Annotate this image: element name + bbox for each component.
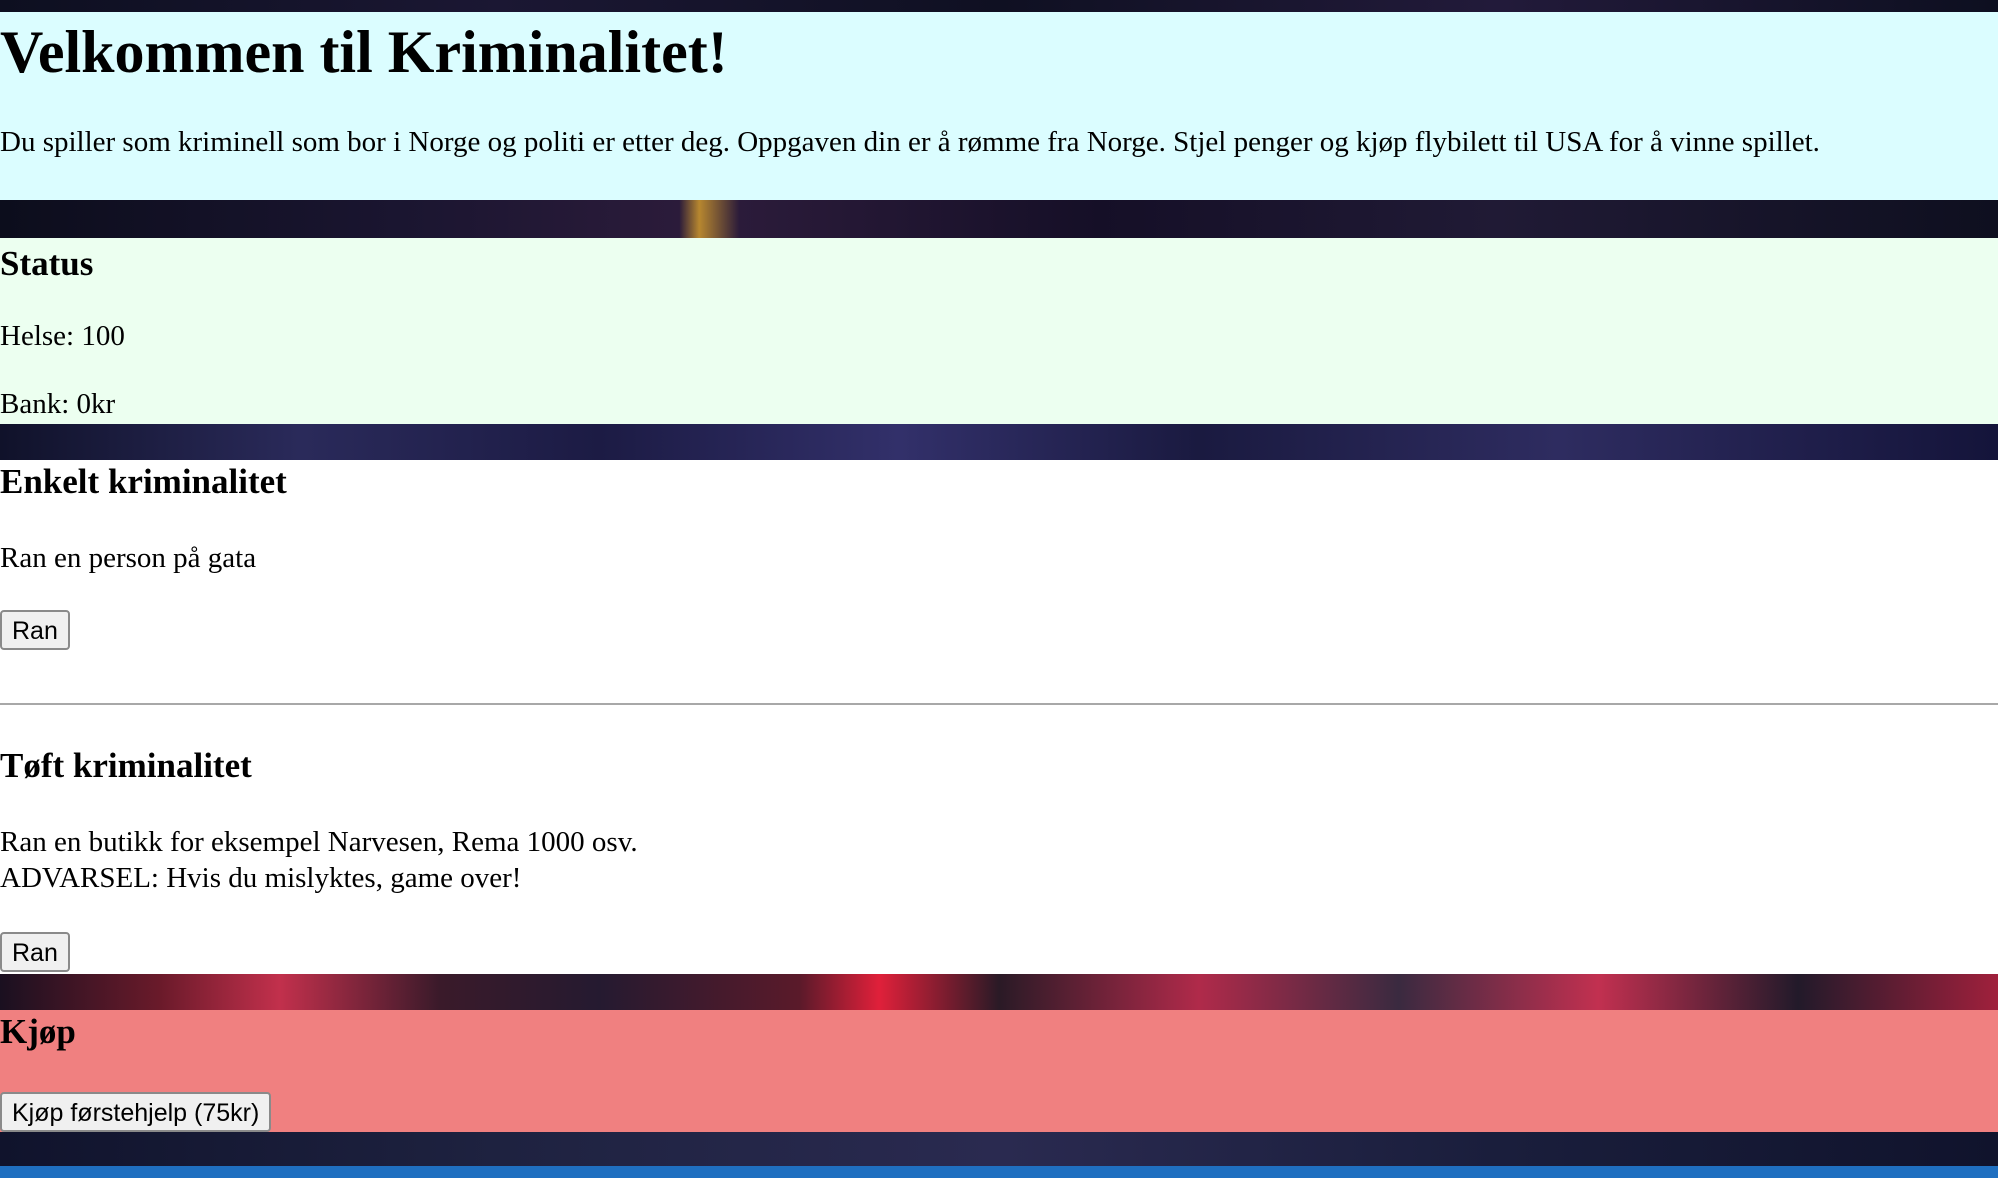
simple-crime-description: Ran en person på gata bbox=[0, 542, 257, 574]
tough-crime-heading: Tøft kriminalitet bbox=[0, 746, 252, 785]
background-image-strip bbox=[0, 0, 1998, 12]
divider bbox=[0, 703, 1998, 705]
rob-person-button[interactable]: Ran bbox=[0, 610, 70, 650]
background-image-strip bbox=[0, 974, 1998, 1010]
background-image-strip bbox=[0, 424, 1998, 460]
simple-crime-heading: Enkelt kriminalitet bbox=[0, 462, 287, 501]
background-image-strip bbox=[0, 1132, 1998, 1168]
tough-crime-description-line: Ran en butikk for eksempel Narvesen, Rem… bbox=[0, 826, 638, 858]
tough-crime-warning: ADVARSEL: Hvis du mislyktes, game over! bbox=[0, 862, 522, 894]
status-section: Status Helse: 100 Bank: 0kr bbox=[0, 238, 1998, 424]
rob-store-button[interactable]: Ran bbox=[0, 932, 70, 972]
intro-description: Du spiller som kriminell som bor i Norge… bbox=[0, 126, 1820, 158]
background-image-strip bbox=[0, 200, 1998, 238]
intro-section: Velkommen til Kriminalitet! Du spiller s… bbox=[0, 12, 1998, 200]
shop-section: Kjøp Kjøp førstehjelp (75kr) bbox=[0, 1010, 1998, 1132]
buy-first-aid-button[interactable]: Kjøp førstehjelp (75kr) bbox=[0, 1092, 272, 1132]
page-title: Velkommen til Kriminalitet! bbox=[0, 19, 728, 85]
status-heading: Status bbox=[0, 244, 94, 283]
crime-section: Enkelt kriminalitet Ran en person på gat… bbox=[0, 460, 1998, 974]
shop-heading: Kjøp bbox=[0, 1012, 76, 1051]
health-value: Helse: 100 bbox=[0, 320, 125, 352]
tough-crime-description: Ran en butikk for eksempel Narvesen, Rem… bbox=[0, 824, 638, 896]
bank-value: Bank: 0kr bbox=[0, 388, 116, 420]
taskbar-edge bbox=[0, 1166, 1998, 1178]
